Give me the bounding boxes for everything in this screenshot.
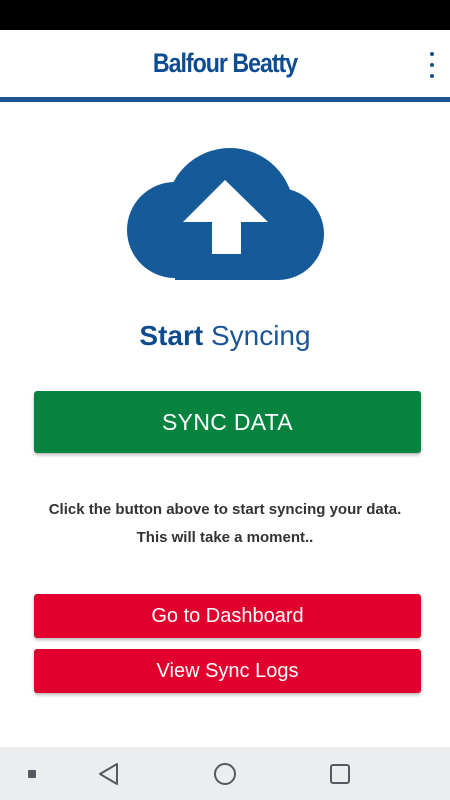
status-bar bbox=[0, 0, 450, 30]
page-title-rest: Syncing bbox=[203, 320, 311, 351]
brand-logo: Balfour Beatty bbox=[152, 48, 298, 78]
helper-text-line-2: This will take a moment.. bbox=[136, 529, 314, 546]
page-title-bold: Start bbox=[139, 320, 204, 351]
sync-data-button[interactable]: SYNC DATA bbox=[34, 391, 421, 453]
home-icon[interactable] bbox=[212, 759, 238, 789]
helper-text-line-1: Click the button above to start syncing … bbox=[48, 501, 402, 518]
more-vert-icon[interactable] bbox=[426, 52, 438, 78]
cloud-upload-icon bbox=[127, 148, 324, 280]
page-title: Start Syncing bbox=[0, 320, 450, 352]
overview-icon[interactable] bbox=[327, 759, 353, 789]
go-to-dashboard-button[interactable]: Go to Dashboard bbox=[34, 594, 421, 638]
system-nav-bar bbox=[0, 747, 450, 800]
header-divider bbox=[0, 97, 450, 102]
view-sync-logs-button[interactable]: View Sync Logs bbox=[34, 649, 421, 693]
app-bar: Balfour Beatty bbox=[0, 30, 450, 97]
recent-apps-dot-icon[interactable] bbox=[27, 759, 37, 789]
back-icon[interactable] bbox=[97, 759, 123, 789]
